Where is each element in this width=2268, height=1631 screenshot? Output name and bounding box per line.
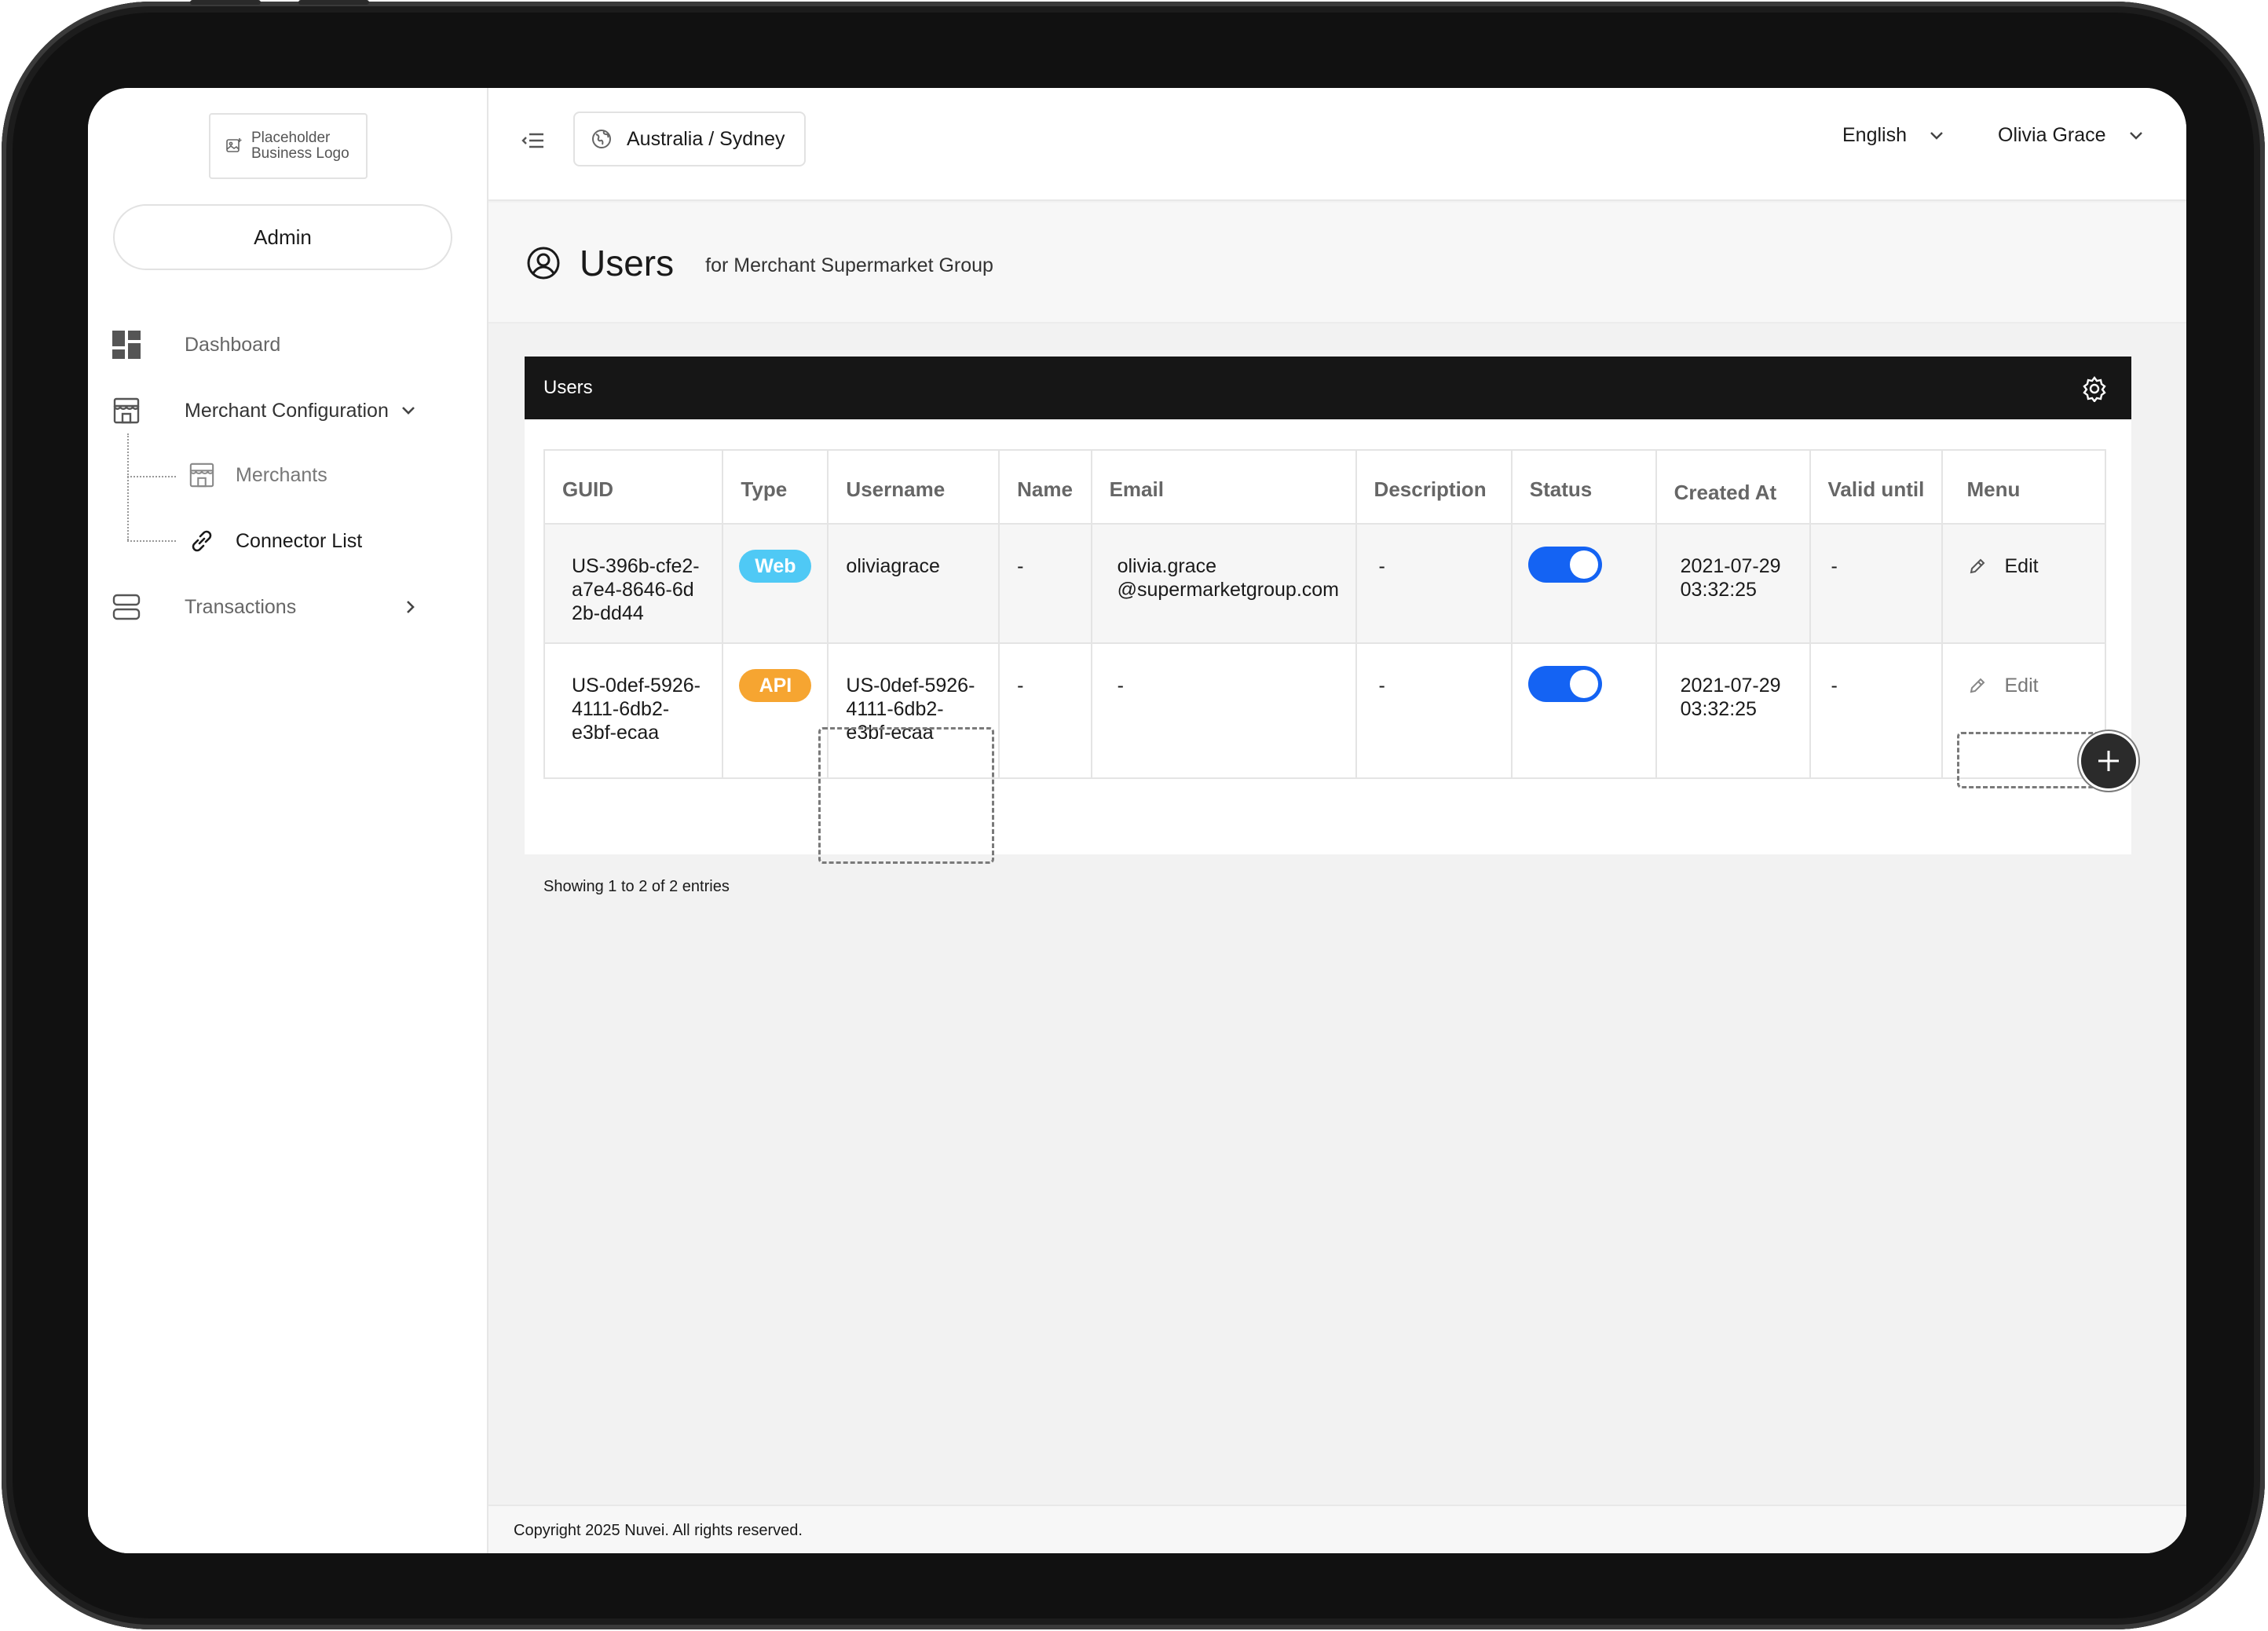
tree-connector <box>127 540 176 542</box>
device-button <box>298 0 369 5</box>
users-table: GUID Type Username Name Email Descriptio… <box>543 449 2106 779</box>
role-button[interactable]: Admin <box>113 204 452 270</box>
cell-valid-until: - <box>1809 642 1944 779</box>
sidebar-item-label: Merchant Configuration <box>185 399 389 422</box>
column-header-username[interactable]: Username <box>827 449 1000 525</box>
status-toggle[interactable] <box>1527 666 1602 702</box>
cell-email: - <box>1090 642 1357 779</box>
cell-type: Web <box>722 523 829 644</box>
cell-description: - <box>1355 642 1513 779</box>
sidebar-item-label: Merchants <box>236 463 327 486</box>
cell-username: oliviagrace <box>827 523 1000 644</box>
link-icon <box>187 526 217 556</box>
app-screen: Placeholder Business Logo Admin Dashboar… <box>88 88 2186 1553</box>
timezone-selector[interactable]: Australia / Sydney <box>573 112 806 166</box>
column-header-type[interactable]: Type <box>722 449 829 525</box>
page-subtitle: for Merchant Supermarket Group <box>705 254 993 276</box>
tree-connector <box>127 433 129 540</box>
cell-email: olivia.grace @supermarketgroup.com <box>1090 523 1357 644</box>
pencil-icon <box>1970 558 1985 574</box>
chevron-down-icon <box>1930 131 1943 140</box>
cell-guid: US-0def-5926- 4111-6db2- e3bf-ecaa <box>543 642 724 779</box>
sidebar-item-label: Transactions <box>185 595 297 618</box>
chevron-right-icon <box>407 601 415 613</box>
sidebar-item-dashboard[interactable]: Dashboard <box>112 330 280 360</box>
sidebar-item-connector-list[interactable]: Connector List <box>187 526 362 556</box>
dashboard-icon <box>112 330 141 360</box>
cell-menu: Edit <box>1941 523 2106 644</box>
chevron-down-icon <box>402 407 415 415</box>
sidebar-item-transactions[interactable]: Transactions <box>112 592 457 622</box>
language-label: English <box>1842 124 1907 146</box>
sidebar-item-label: Dashboard <box>185 333 281 356</box>
type-badge: Web <box>739 550 812 583</box>
cell-status <box>1510 523 1657 644</box>
column-header-guid[interactable]: GUID <box>543 449 724 525</box>
tree-connector <box>127 476 176 477</box>
language-selector[interactable]: English <box>1842 124 1944 147</box>
page-header: Users for Merchant Supermarket Group <box>488 203 2186 324</box>
cell-valid-until: - <box>1809 523 1944 644</box>
cell-status <box>1510 642 1657 779</box>
column-header-menu: Menu <box>1941 449 2106 525</box>
sidebar-item-label: Connector List <box>236 529 363 552</box>
device-button <box>190 0 261 5</box>
user-circle-icon <box>527 247 560 280</box>
sidebar-item-merchant-configuration[interactable]: Merchant Configuration <box>112 396 457 426</box>
cell-type: API <box>722 642 829 779</box>
user-menu[interactable]: Olivia Grace <box>1998 124 2144 147</box>
edit-button[interactable]: Edit <box>1968 674 2089 697</box>
entries-info: Showing 1 to 2 of 2 entries <box>543 878 730 895</box>
cell-created-at: 2021-07-29 03:32:25 <box>1655 523 1811 644</box>
timezone-label: Australia / Sydney <box>627 127 785 150</box>
sidebar: Placeholder Business Logo Admin Dashboar… <box>88 88 488 1553</box>
pencil-icon <box>1970 678 1985 693</box>
globe-icon <box>592 130 611 148</box>
cell-guid: US-396b-cfe2- a7e4-8646-6d 2b-dd44 <box>543 523 724 644</box>
user-name: Olivia Grace <box>1998 124 2106 146</box>
card-header: Users <box>525 357 2131 419</box>
cell-name: - <box>998 523 1092 644</box>
top-bar: Australia / Sydney English Olivia Grace <box>488 88 2186 201</box>
column-header-created-at[interactable]: Created At <box>1655 449 1811 525</box>
users-card: Users GUID Type Username Name Email Desc… <box>525 357 2136 895</box>
card-title: Users <box>543 377 593 398</box>
device-frame: Placeholder Business Logo Admin Dashboar… <box>2 0 2265 1629</box>
table-header-row: GUID Type Username Name Email Descriptio… <box>543 449 2106 525</box>
cell-created-at: 2021-07-29 03:32:25 <box>1655 642 1811 779</box>
page-title: Users <box>580 243 675 283</box>
chevron-down-icon <box>2129 131 2142 140</box>
column-header-valid-until[interactable]: Valid until <box>1809 449 1944 525</box>
storefront-icon <box>187 460 217 490</box>
storefront-icon <box>112 396 141 426</box>
copyright-text: Copyright 2025 Nuvei. All rights reserve… <box>514 1522 803 1539</box>
gear-icon[interactable] <box>2081 375 2108 402</box>
menu-toggle-icon[interactable] <box>521 129 545 152</box>
column-header-name[interactable]: Name <box>998 449 1092 525</box>
edit-button[interactable]: Edit <box>1968 554 2089 578</box>
cell-description: - <box>1355 523 1513 644</box>
status-toggle[interactable] <box>1527 547 1602 583</box>
cell-name: - <box>998 642 1092 779</box>
column-header-status[interactable]: Status <box>1510 449 1657 525</box>
layers-icon <box>112 592 141 622</box>
logo-text: Placeholder Business Logo <box>251 130 349 162</box>
type-badge: API <box>739 669 812 702</box>
column-header-email[interactable]: Email <box>1090 449 1357 525</box>
footer: Copyright 2025 Nuvei. All rights reserve… <box>488 1505 2186 1553</box>
column-header-description[interactable]: Description <box>1355 449 1513 525</box>
cell-username: US-0def-5926- 4111-6db2- e3bf-ecaa <box>827 642 1000 779</box>
business-logo[interactable]: Placeholder Business Logo <box>209 113 368 179</box>
table-row: US-396b-cfe2- a7e4-8646-6d 2b-dd44 Web oli… <box>543 523 2106 644</box>
table-row: US-0def-5926- 4111-6db2- e3bf-ecaa API US-… <box>543 642 2106 779</box>
sidebar-item-merchants[interactable]: Merchants <box>187 460 327 490</box>
image-icon <box>226 138 242 152</box>
add-icon[interactable] <box>2081 733 2136 788</box>
